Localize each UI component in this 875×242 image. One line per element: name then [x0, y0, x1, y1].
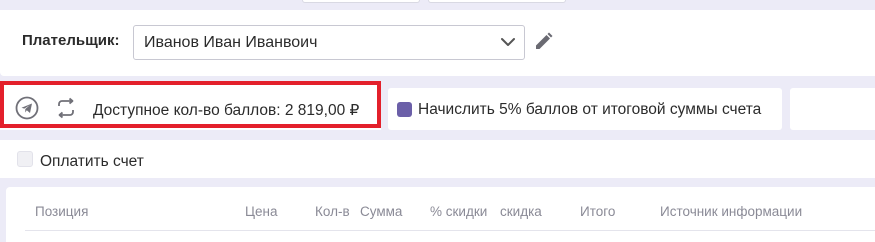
- column-header-price[interactable]: Цена: [245, 204, 277, 219]
- right-panel: [790, 88, 875, 130]
- payer-label: Плательщик:: [22, 32, 120, 49]
- table-divider: [25, 230, 875, 231]
- top-tab[interactable]: [302, 0, 420, 3]
- column-header-source[interactable]: Источник информации: [660, 204, 802, 219]
- column-header-sum[interactable]: Сумма: [360, 204, 402, 219]
- column-header-quantity[interactable]: Кол-в: [315, 204, 350, 219]
- pay-invoice-label: Оплатить счет: [40, 153, 144, 170]
- chevron-down-icon: [501, 38, 515, 46]
- payer-select-value: Иванов Иван Иванвоич: [144, 34, 318, 51]
- accrue-label: Начислить 5% баллов от итоговой суммы сч…: [418, 101, 762, 118]
- column-header-discount-percent[interactable]: % скидки: [430, 204, 487, 219]
- column-header-position[interactable]: Позиция: [35, 204, 88, 219]
- payer-select[interactable]: Иванов Иван Иванвоич: [133, 25, 525, 60]
- accrue-checkbox[interactable]: [397, 102, 412, 117]
- highlight-box: [0, 81, 381, 128]
- column-header-total[interactable]: Итого: [580, 204, 615, 219]
- edit-icon[interactable]: [532, 31, 554, 53]
- pay-invoice-checkbox[interactable]: [17, 151, 33, 167]
- top-tab[interactable]: [428, 0, 566, 3]
- column-header-discount[interactable]: скидка: [500, 204, 542, 219]
